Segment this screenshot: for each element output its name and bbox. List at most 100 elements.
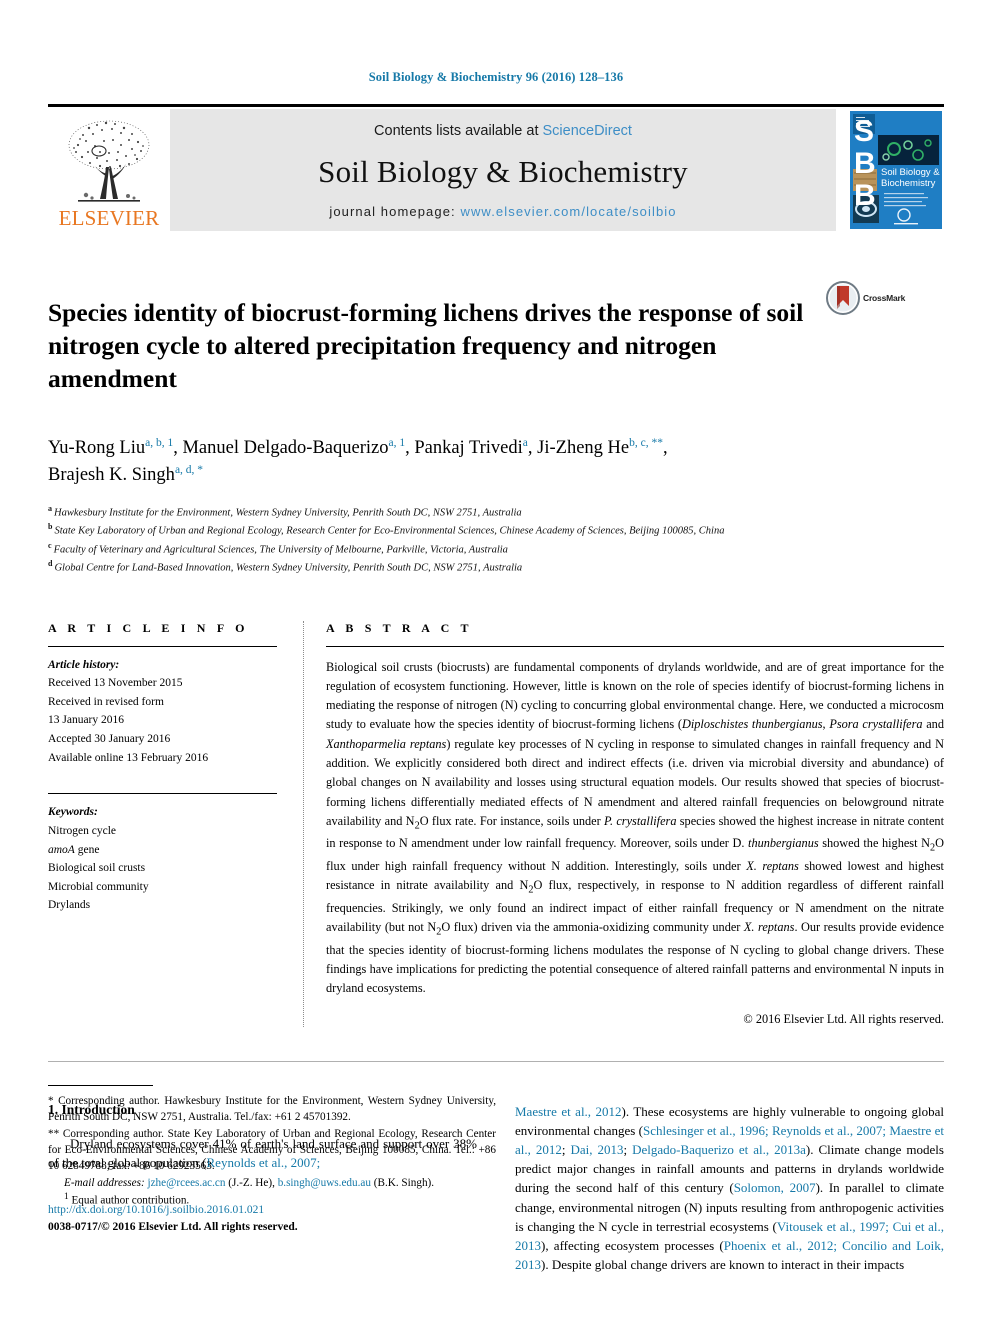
- affiliation-mark-d: d: [48, 559, 53, 569]
- keyword-item: Drylands: [48, 899, 91, 912]
- keywords-rule: [48, 793, 277, 795]
- author-5: Brajesh K. Singh: [48, 464, 175, 485]
- abstract-part-5: showed the highest N: [818, 836, 930, 851]
- elsevier-wordmark: ELSEVIER: [58, 206, 160, 230]
- history-item: 13 January 2016: [48, 714, 125, 727]
- affiliation-list: a Hawkesbury Institute for the Environmen…: [48, 503, 944, 577]
- abstract-text: Biological soil crusts (biocrusts) are f…: [326, 658, 944, 999]
- abstract-heading: A B S T R A C T: [326, 620, 473, 635]
- author-2-affiliation-marks[interactable]: a, 1: [388, 437, 405, 449]
- citation-solomon-2007[interactable]: Solomon, 2007: [734, 1180, 816, 1195]
- citation-dai-2013[interactable]: Dai, 2013: [570, 1142, 623, 1157]
- affiliation-item: c Faculty of Veterinary and Agricultural …: [48, 540, 944, 559]
- abstract-part-9: O flux) driven via the ammonia-oxidizing…: [441, 920, 744, 935]
- intro-paragraph-right: Maestre et al., 2012). These ecosystems …: [515, 1102, 944, 1275]
- article-page: Soil Biology & Biochemistry 96 (2016) 12…: [0, 0, 992, 1323]
- affiliation-text-b: State Key Laboratory of Urban and Region…: [54, 525, 725, 537]
- journal-homepage-link[interactable]: www.elsevier.com/locate/soilbio: [460, 204, 676, 219]
- abstract-species-4: P. crystallifera: [604, 813, 677, 828]
- keyword-item: Nitrogen cycle: [48, 824, 117, 837]
- author-3: , Pankaj Trivedi: [405, 437, 523, 458]
- crossmark-label: CrossMark: [863, 293, 906, 303]
- title-block: Species identity of biocrust-forming lic…: [48, 279, 944, 413]
- journal-title: Soil Biology & Biochemistry: [318, 153, 688, 189]
- crossmark-badge[interactable]: CrossMark: [826, 281, 922, 315]
- abstract-species-7: X. reptans: [743, 920, 795, 935]
- elsevier-logo: ELSEVIER: [48, 109, 170, 231]
- email-link-he[interactable]: jzhe@rcees.ac.cn: [147, 1177, 225, 1189]
- history-item: Received 13 November 2015: [48, 677, 183, 690]
- citation-maestre-2012[interactable]: Maestre et al., 2012: [515, 1104, 622, 1119]
- body-column-right: Maestre et al., 2012). These ecosystems …: [515, 1102, 944, 1275]
- author-1-affiliation-marks[interactable]: a, b, 1: [145, 437, 173, 449]
- homepage-prefix: journal homepage:: [329, 204, 461, 219]
- journal-cover-thumbnail: S B B Soil Biology & Biochemistry: [848, 109, 944, 231]
- footer-doi-block: http://dx.doi.org/10.1016/j.soilbio.2016…: [48, 1202, 498, 1237]
- citation-delgado-baquerizo-2013a[interactable]: Delgado-Baquerizo et al., 2013a: [632, 1142, 806, 1157]
- abstract-species-3: Xanthoparmelia reptans: [326, 736, 447, 751]
- abstract-copyright: © 2016 Elsevier Ltd. All rights reserved…: [743, 1011, 944, 1026]
- abstract-sep-2: and: [922, 717, 944, 732]
- affiliation-item: d Global Centre for Land-Based Innovation…: [48, 558, 944, 577]
- article-history: Article history: Received 13 November 20…: [48, 656, 277, 768]
- footnote-corresponding-2: ** Corresponding author. State Key Labor…: [48, 1126, 496, 1175]
- running-head: Soil Biology & Biochemistry 96 (2016) 12…: [368, 70, 624, 84]
- doi-link[interactable]: http://dx.doi.org/10.1016/j.soilbio.2016…: [48, 1204, 264, 1216]
- abstract-rule: [326, 645, 944, 647]
- crossmark-icon: [826, 281, 860, 315]
- footnote-corr2-text: Corresponding author. State Key Laborato…: [48, 1127, 496, 1173]
- author-line-comma: ,: [662, 437, 668, 458]
- masthead-top-rule: [48, 104, 944, 107]
- contents-list-line: Contents lists available at ScienceDirec…: [374, 123, 632, 139]
- author-4: , Ji-Zheng He: [527, 437, 630, 458]
- email-link-singh[interactable]: b.singh@uws.edu.au: [278, 1177, 371, 1189]
- issn-copyright-line: 0038-0717/© 2016 Elsevier Ltd. All right…: [48, 1221, 298, 1234]
- article-info-rule: [48, 645, 277, 647]
- abstract-species-5: thunbergianus: [748, 836, 819, 851]
- footnote-corresponding-1: * Corresponding author. Hawkesbury Insti…: [48, 1093, 496, 1126]
- footnote-corr1-text: Corresponding author. Hawkesbury Institu…: [48, 1095, 496, 1124]
- keyword-gene-italic: amoA: [48, 843, 75, 856]
- keywords-block: Keywords: Nitrogen cycle amoA gene Biolo…: [48, 803, 277, 915]
- affiliation-text-c: Faculty of Veterinary and Agricultural S…: [53, 544, 508, 556]
- abstract-species-6: X. reptans: [746, 858, 799, 873]
- article-history-label: Article history:: [48, 658, 120, 671]
- affiliation-item: b State Key Laboratory of Urban and Regio…: [48, 521, 944, 540]
- masthead-center: Contents lists available at ScienceDirec…: [170, 109, 836, 231]
- article-info-column: A R T I C L E I N F O Article history: R…: [48, 621, 303, 1027]
- footnotes-block: * Corresponding author. Hawkesbury Insti…: [48, 1085, 496, 1209]
- page-title: Species identity of biocrust-forming lic…: [48, 298, 804, 394]
- elsevier-tree-icon: [68, 120, 150, 202]
- affiliation-text-a: Hawkesbury Institute for the Environment…: [54, 507, 522, 519]
- author-list: Yu-Rong Liua, b, 1, Manuel Delgado-Baque…: [48, 435, 944, 489]
- author-4-affiliation-marks[interactable]: b, c, **: [629, 437, 663, 449]
- body-separator-rule: [48, 1060, 944, 1062]
- author-5-affiliation-marks[interactable]: a, d, *: [175, 464, 203, 476]
- affiliation-mark-c: c: [48, 540, 52, 550]
- intro-right-text-g: ). Despite global change drivers are kno…: [541, 1257, 905, 1273]
- footnote-rule: [48, 1085, 153, 1086]
- contents-prefix: Contents lists available at: [374, 123, 543, 139]
- abstract-species-1: Diploschistes thunbergianus: [681, 717, 823, 732]
- footnote-emails: E-mail addresses: jzhe@rcees.ac.cn (J.-Z…: [48, 1175, 496, 1191]
- svg-text:Biochemistry: Biochemistry: [881, 178, 936, 189]
- svg-text:B: B: [854, 179, 876, 212]
- affiliation-item: a Hawkesbury Institute for the Environmen…: [48, 503, 944, 522]
- email-addresses-label: E-mail addresses:: [64, 1176, 145, 1189]
- affiliation-text-d: Global Centre for Land-Based Innovation,…: [54, 562, 523, 574]
- affiliation-mark-b: b: [48, 522, 53, 532]
- keywords-label: Keywords:: [48, 806, 98, 819]
- sciencedirect-link[interactable]: ScienceDirect: [543, 123, 632, 139]
- intro-right-text-f: ), affecting ecosystem processes (: [541, 1238, 724, 1254]
- journal-cover-image: S B B Soil Biology & Biochemistry: [850, 111, 942, 229]
- affiliation-mark-a: a: [48, 503, 52, 513]
- author-2: , Manuel Delgado-Baquerizo: [173, 437, 389, 458]
- intro-right-text-c: ;: [623, 1141, 633, 1157]
- keyword-item: amoA gene: [48, 843, 100, 856]
- info-abstract-section: A R T I C L E I N F O Article history: R…: [48, 620, 944, 1027]
- abstract-species-2: Psora crystallifera: [829, 717, 923, 732]
- svg-text:S: S: [854, 115, 874, 148]
- email1-owner: (J.-Z. He),: [225, 1176, 278, 1189]
- article-info-heading: A R T I C L E I N F O: [48, 620, 249, 635]
